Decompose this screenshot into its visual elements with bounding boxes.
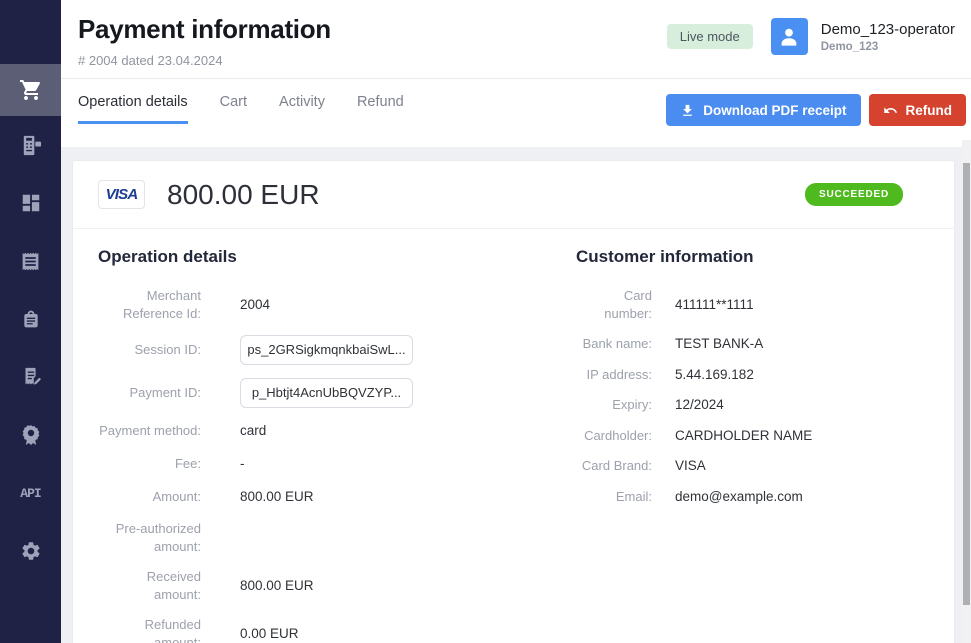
field-value: 800.00 EUR [240,577,576,595]
app-root: API Payment information # 2004 dated 23.… [0,0,971,643]
user-account: Demo_123 [821,41,955,53]
download-pdf-label: Download PDF receipt [703,103,846,118]
field-value: - [240,455,576,473]
field-label: Amount: [98,488,201,506]
field-row-received-amount: Received amount: 800.00 EUR [98,568,576,603]
field-value: 2004 [240,296,576,314]
field-label: IP address: [576,366,652,384]
field-label: Expiry: [576,396,652,414]
invoice-icon [20,366,42,388]
receipt-icon [20,251,41,272]
field-label: Card Brand: [576,457,652,475]
field-row-payment-id: Payment ID: p_Hbtjt4AcnUbBQVZYP... [98,378,576,408]
sidebar: API [0,0,61,643]
tab-refund[interactable]: Refund [357,94,404,124]
sidebar-item-products[interactable] [0,290,61,348]
field-label: Session ID: [98,341,201,359]
section-heading-customer-information: Customer information [576,247,929,267]
tab-cart[interactable]: Cart [220,94,247,124]
award-icon [19,423,43,447]
sidebar-item-api[interactable]: API [0,464,61,522]
field-row-bank-name: Bank name: TEST BANK-A [576,335,929,353]
dashboard-icon [20,192,42,214]
field-row-amount: Amount: 800.00 EUR [98,487,576,507]
avatar[interactable] [771,18,808,55]
field-row-cardholder: Cardholder: CARDHOLDER NAME [576,427,929,445]
user-icon [776,24,802,50]
sidebar-item-settings[interactable] [0,522,61,580]
bag-icon [21,309,41,329]
page-subtitle: # 2004 dated 23.04.2024 [78,53,331,68]
user-name[interactable]: Demo_123-operator [821,21,955,38]
field-value: CARDHOLDER NAME [675,427,929,445]
field-label: Refunded amount: [98,616,201,643]
download-icon [680,103,695,118]
field-label: Email: [576,488,652,506]
field-label: Pre-authorized amount: [98,520,201,555]
visa-logo: VISA [98,180,145,209]
page-header: Payment information # 2004 dated 23.04.2… [61,0,971,79]
scrollbar[interactable] [962,140,971,643]
tab-bar: Operation details Cart Activity Refund D… [61,79,971,147]
field-value: 0.00 EUR [240,625,576,643]
field-label: Card number: [576,287,652,322]
customer-information-section: Customer information Card number: 411111… [576,247,929,643]
field-value: 5.44.169.182 [675,366,929,384]
field-value: 800.00 EUR [240,488,576,506]
content-area: VISA 800.00 EUR SUCCEEDED Operation deta… [61,147,971,643]
pos-terminal-icon [19,134,42,157]
field-label: Payment ID: [98,384,201,402]
operation-details-section: Operation details Merchant Reference Id:… [98,247,576,643]
field-value: demo@example.com [675,488,929,506]
section-heading-operation-details: Operation details [98,247,576,267]
sidebar-item-reports[interactable] [0,232,61,290]
field-value: 12/2024 [675,396,929,414]
field-row-card-brand: Card Brand: VISA [576,457,929,475]
field-label: Fee: [98,455,201,473]
api-icon: API [20,486,40,501]
field-value: VISA [675,457,929,475]
sidebar-spacer [0,0,61,64]
status-badge: SUCCEEDED [805,183,903,206]
field-label: Merchant Reference Id: [98,287,201,322]
session-id-box[interactable]: ps_2GRSigkmqnkbaiSwL... [240,335,413,365]
field-row-ip-address: IP address: 5.44.169.182 [576,366,929,384]
payment-card: VISA 800.00 EUR SUCCEEDED Operation deta… [72,160,955,643]
field-value: card [240,422,576,440]
field-row-merchant-reference: Merchant Reference Id: 2004 [98,287,576,322]
payment-amount: 800.00 EUR [167,179,320,211]
payment-card-header: VISA 800.00 EUR SUCCEEDED [73,161,954,229]
tab-activity[interactable]: Activity [279,94,325,124]
scrollbar-thumb[interactable] [963,163,970,605]
sidebar-item-loyalty[interactable] [0,406,61,464]
sidebar-item-payments[interactable] [0,64,61,116]
field-row-session-id: Session ID: ps_2GRSigkmqnkbaiSwL... [98,335,576,365]
sidebar-item-invoices[interactable] [0,348,61,406]
field-row-fee: Fee: - [98,454,576,474]
field-row-preauthorized-amount: Pre-authorized amount: [98,520,576,555]
field-row-expiry: Expiry: 12/2024 [576,396,929,414]
field-label: Cardholder: [576,427,652,445]
page-title: Payment information [78,14,331,45]
refund-button[interactable]: Refund [869,94,967,126]
cart-icon [19,78,43,102]
field-label: Received amount: [98,568,201,603]
field-row-card-number: Card number: 411111**1111 [576,287,929,322]
field-label: Bank name: [576,335,652,353]
tab-operation-details[interactable]: Operation details [78,94,188,124]
live-mode-badge: Live mode [667,24,753,49]
field-value: TEST BANK-A [675,335,929,353]
field-row-payment-method: Payment method: card [98,421,576,441]
field-row-email: Email: demo@example.com [576,488,929,506]
sidebar-item-dashboard[interactable] [0,174,61,232]
field-label: Payment method: [98,422,201,440]
download-pdf-button[interactable]: Download PDF receipt [666,94,860,126]
gear-icon [20,540,42,562]
payment-id-box[interactable]: p_Hbtjt4AcnUbBQVZYP... [240,378,413,408]
field-value: 411111**1111 [675,296,929,314]
field-row-refunded-amount: Refunded amount: 0.00 EUR [98,616,576,643]
sidebar-item-terminals[interactable] [0,116,61,174]
refund-label: Refund [906,103,953,118]
refund-icon [883,103,898,118]
